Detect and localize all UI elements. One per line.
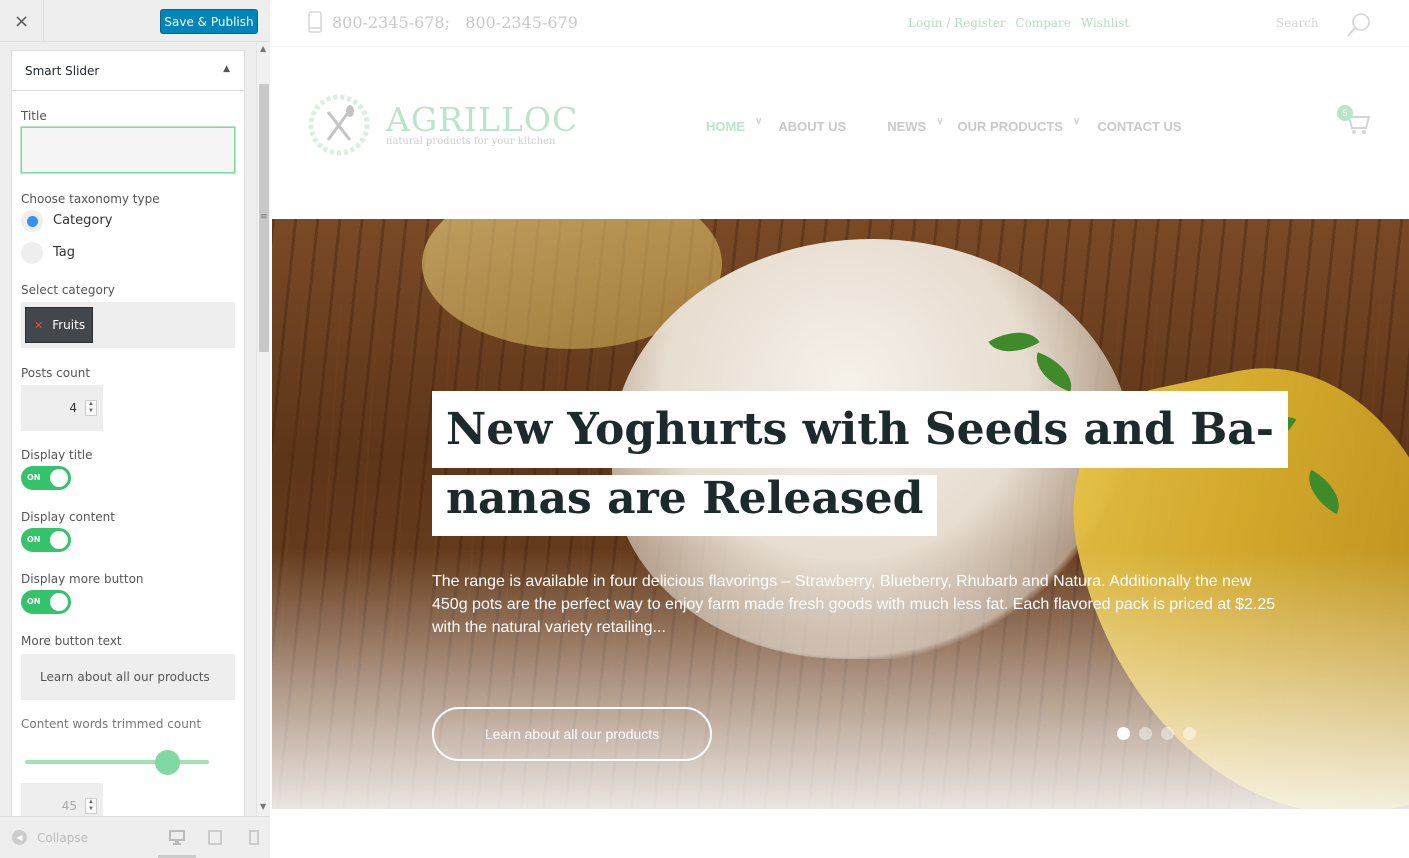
logo-emblem-icon bbox=[308, 94, 370, 156]
display-title-label: Display title bbox=[21, 448, 93, 462]
chevron-down-icon: ∨ bbox=[1073, 116, 1081, 127]
nav-label: NEWS bbox=[887, 119, 927, 134]
collapse-label: Collapse bbox=[37, 830, 88, 845]
more-text-input[interactable]: Learn about all our products bbox=[21, 654, 235, 700]
hero-slider: New Yoghurts with Seeds and Ba- nanas ar… bbox=[272, 219, 1409, 809]
nav-label: CONTACT US bbox=[1097, 119, 1182, 134]
toggle-knob bbox=[50, 469, 68, 487]
customizer-panel: × Save & Publish Smart Slider ▲ Title Ch… bbox=[0, 0, 270, 858]
collapse-button[interactable]: ◀ Collapse bbox=[12, 830, 88, 845]
collapse-arrow-icon: ◀ bbox=[12, 830, 27, 845]
caret-up-icon: ▲ bbox=[223, 64, 230, 74]
more-text-label: More button text bbox=[21, 634, 122, 648]
section-title: Smart Slider bbox=[25, 64, 100, 78]
cart-icon[interactable]: 5 bbox=[1336, 104, 1372, 136]
category-chip-label: Fruits bbox=[52, 318, 86, 332]
category-chip: ✕ Fruits bbox=[25, 307, 93, 343]
slide-title-line2: nanas are Released bbox=[432, 475, 938, 536]
taxonomy-label: Choose taxonomy type bbox=[21, 192, 160, 206]
trim-range-track[interactable] bbox=[25, 760, 209, 764]
nav-item-about[interactable]: ABOUT US bbox=[778, 119, 846, 134]
trim-count-stepper[interactable]: 45 ▲ ▼ bbox=[21, 783, 103, 816]
radio-tag[interactable] bbox=[21, 242, 43, 264]
phone-icon bbox=[308, 11, 322, 33]
radio-category-label: Category bbox=[53, 213, 113, 228]
login-register-link[interactable]: Login / Register bbox=[908, 16, 1006, 30]
toggle-on-text: ON bbox=[27, 597, 41, 606]
chevron-down-icon: ∨ bbox=[936, 116, 944, 127]
slider-dot[interactable] bbox=[1117, 727, 1130, 740]
spin-arrows-icon[interactable]: ▲ ▼ bbox=[85, 798, 97, 814]
slide-title[interactable]: New Yoghurts with Seeds and Ba- nanas ar… bbox=[432, 391, 1289, 536]
remove-icon[interactable]: ✕ bbox=[34, 319, 43, 332]
slider-dot[interactable] bbox=[1161, 727, 1174, 740]
compare-link[interactable]: Compare bbox=[1015, 16, 1070, 30]
site-search-input[interactable]: Search bbox=[1276, 16, 1319, 30]
search-icon[interactable] bbox=[1346, 12, 1372, 38]
posts-count-label: Posts count bbox=[21, 366, 91, 380]
trim-count-value: 45 bbox=[61, 799, 77, 813]
wishlist-link[interactable]: Wishlist bbox=[1081, 16, 1130, 30]
trim-count-label: Content words trimmed count bbox=[21, 717, 202, 731]
section-header[interactable]: Smart Slider ▲ bbox=[12, 51, 244, 91]
chevron-down-icon: ∨ bbox=[755, 116, 763, 127]
nav-label: ABOUT US bbox=[778, 119, 847, 134]
save-publish-button[interactable]: Save & Publish bbox=[160, 9, 258, 34]
cart-count: 5 bbox=[1342, 108, 1347, 118]
toggle-knob bbox=[50, 593, 68, 611]
title-label: Title bbox=[21, 109, 47, 123]
slider-dots bbox=[1117, 727, 1205, 740]
slider-dot[interactable] bbox=[1139, 727, 1152, 740]
slide-title-line1: New Yoghurts with Seeds and Ba- bbox=[432, 391, 1289, 468]
category-select[interactable]: ✕ Fruits bbox=[21, 302, 235, 348]
customizer-footer: ◀ Collapse bbox=[0, 816, 270, 858]
radio-tag-label: Tag bbox=[53, 245, 76, 260]
scroll-up-icon[interactable]: ▲ bbox=[260, 44, 266, 53]
display-content-label: Display content bbox=[21, 510, 115, 524]
site-topbar: 800-2345-678; 800-2345-679 Login / Regis… bbox=[272, 0, 1409, 47]
nav-label: HOME bbox=[706, 119, 745, 134]
site-logo[interactable]: AGRILLOC natural products for your kitch… bbox=[308, 94, 578, 156]
logo-tagline: natural products for your kitchen bbox=[386, 135, 556, 147]
phone-text: 800-2345-678; 800-2345-679 bbox=[332, 12, 578, 32]
radio-category[interactable] bbox=[21, 210, 43, 232]
scroll-down-icon[interactable]: ▼ bbox=[260, 802, 266, 811]
posts-count-value: 4 bbox=[69, 401, 77, 415]
phone-numbers: 800-2345-678; 800-2345-679 bbox=[308, 11, 578, 33]
logo-name: AGRILLOC bbox=[386, 99, 579, 139]
trim-range-handle[interactable] bbox=[155, 750, 180, 775]
panel-scrollbar[interactable]: ▲ ≡ ▼ bbox=[256, 42, 270, 816]
slide-more-button[interactable]: Learn about all our products bbox=[432, 707, 712, 761]
nav-item-products[interactable]: OUR PRODUCTS ∨ bbox=[957, 116, 1081, 134]
nav-item-home[interactable]: HOME ∨ bbox=[706, 116, 763, 134]
display-more-toggle[interactable]: ON bbox=[21, 590, 71, 614]
mobile-preview-icon[interactable] bbox=[246, 830, 262, 845]
customizer-header: × Save & Publish bbox=[0, 0, 270, 42]
toggle-on-text: ON bbox=[27, 535, 41, 544]
slide-description: The range is available in four delicious… bbox=[432, 573, 1276, 636]
close-icon: × bbox=[13, 10, 30, 32]
grip-icon: ≡ bbox=[260, 212, 268, 222]
nav-item-contact[interactable]: CONTACT US bbox=[1097, 119, 1181, 134]
nav-item-news[interactable]: NEWS ∨ bbox=[887, 116, 944, 134]
slider-dot[interactable] bbox=[1183, 727, 1196, 740]
title-input[interactable] bbox=[21, 127, 235, 173]
display-title-toggle[interactable]: ON bbox=[21, 466, 71, 490]
desktop-preview-icon[interactable] bbox=[169, 830, 185, 845]
site-preview: 800-2345-678; 800-2345-679 Login / Regis… bbox=[272, 0, 1409, 858]
nav-label: OUR PRODUCTS bbox=[957, 119, 1063, 134]
toggle-knob bbox=[50, 531, 68, 549]
spin-arrows-icon[interactable]: ▲ ▼ bbox=[85, 400, 97, 416]
display-content-toggle[interactable]: ON bbox=[21, 528, 71, 552]
display-more-label: Display more button bbox=[21, 572, 144, 586]
smart-slider-section: Smart Slider ▲ Title Choose taxonomy typ… bbox=[11, 50, 245, 816]
select-category-label: Select category bbox=[21, 283, 115, 297]
controls-scroll-area: Smart Slider ▲ Title Choose taxonomy typ… bbox=[0, 42, 256, 816]
posts-count-stepper[interactable]: 4 ▲ ▼ bbox=[21, 385, 103, 431]
tablet-preview-icon[interactable] bbox=[207, 830, 223, 845]
main-nav: HOME ∨ ABOUT US NEWS ∨ OUR PRODUCTS ∨ CONTA… bbox=[706, 116, 1182, 134]
top-links: Login / Register Compare Wishlist bbox=[908, 16, 1135, 30]
toggle-on-text: ON bbox=[27, 473, 41, 482]
close-button[interactable]: × bbox=[0, 0, 44, 42]
